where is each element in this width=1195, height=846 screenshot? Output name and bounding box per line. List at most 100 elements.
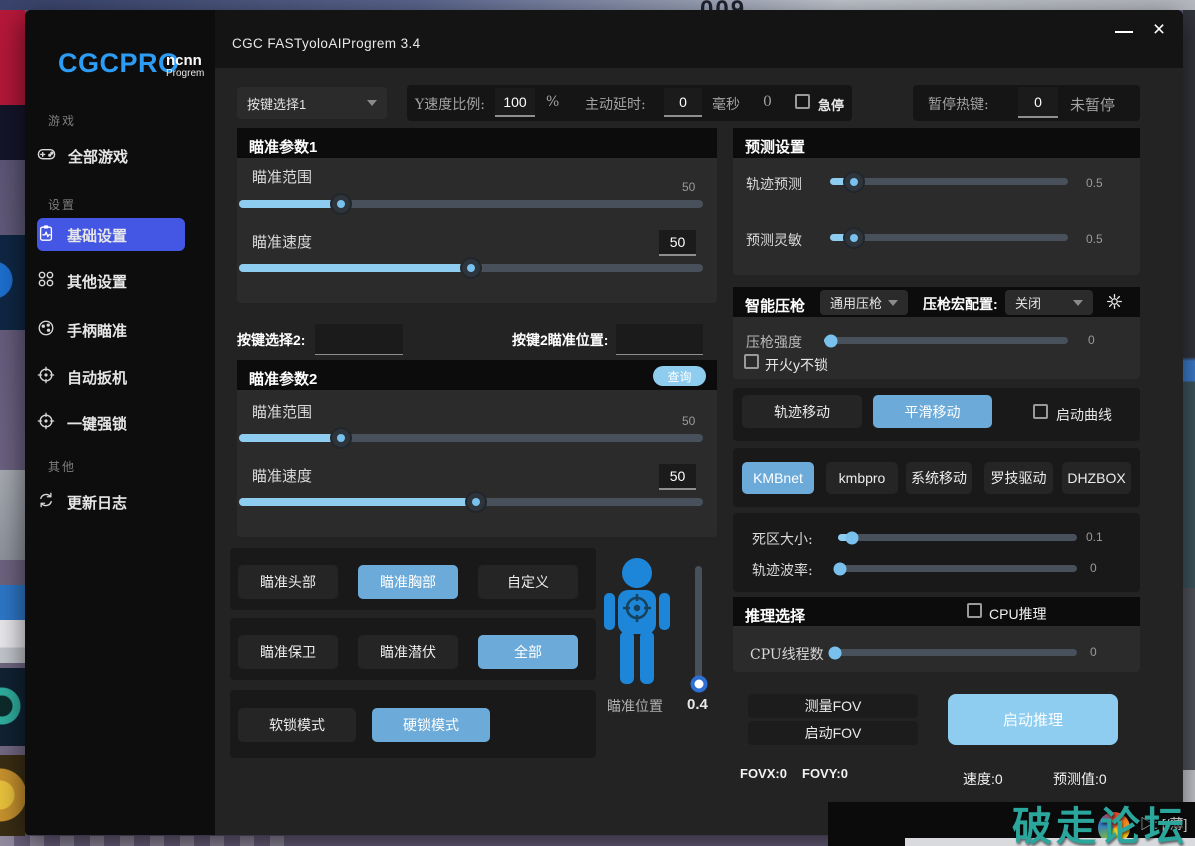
driver-kmbnet-button[interactable]: KMBnet	[742, 462, 814, 494]
start-fov-button[interactable]: 启动FOV	[748, 721, 918, 745]
person-figure[interactable]	[598, 556, 678, 696]
driver-dhzbox-button[interactable]: DHZBOX	[1062, 462, 1131, 494]
aim-range2-slider[interactable]	[239, 434, 703, 442]
sidebar-item-one-key-lock[interactable]: 一键强锁	[37, 408, 197, 438]
track-predict-slider[interactable]	[830, 178, 1068, 185]
driver-logitech-button[interactable]: 罗技驱动	[984, 462, 1053, 494]
chevron-down-icon	[888, 300, 898, 306]
measure-fov-button[interactable]: 测量FOV	[748, 694, 918, 718]
slider-fill	[239, 264, 471, 272]
slider-knob[interactable]	[828, 646, 841, 659]
recoil-strength-slider[interactable]	[824, 337, 1068, 344]
recoil-mode-dropdown[interactable]: 通用压枪	[820, 290, 908, 315]
minimize-button[interactable]	[1112, 22, 1138, 42]
gamepad-icon	[37, 144, 56, 168]
sidebar-item-other-settings[interactable]: 其他设置	[37, 266, 197, 296]
slider-knob[interactable]	[833, 562, 846, 575]
slider-knob[interactable]	[825, 334, 838, 347]
ms-extra-value: 0	[763, 94, 772, 110]
desktop-icon-fragment	[0, 470, 25, 560]
aim-custom-button[interactable]: 自定义	[478, 565, 578, 599]
aim-all-button[interactable]: 全部	[478, 635, 578, 669]
sidebar-item-label: 自动扳机	[67, 367, 127, 388]
slider-knob[interactable]	[845, 173, 863, 191]
predict-sens-slider[interactable]	[830, 234, 1068, 241]
vslider-knob[interactable]	[690, 676, 707, 693]
sidebar-item-auto-trigger[interactable]: 自动扳机	[37, 362, 197, 392]
gear-icon[interactable]	[1106, 293, 1123, 315]
slider-knob[interactable]	[846, 531, 859, 544]
key-select2-input[interactable]	[315, 324, 403, 355]
run-inference-button[interactable]: 启动推理	[948, 694, 1118, 745]
percent-label: %	[546, 94, 559, 110]
cpu-inference-label: CPU推理	[989, 604, 1047, 624]
y-speed-input[interactable]: 100	[495, 88, 535, 117]
aim-chest-button[interactable]: 瞄准胸部	[358, 565, 458, 599]
delay-input[interactable]: 0	[664, 88, 702, 117]
slider-knob[interactable]	[467, 493, 485, 511]
aim-position-value: 0.4	[687, 696, 708, 713]
fire-y-unlock-label: 开火y不锁	[765, 355, 828, 375]
query-button[interactable]: 查询	[653, 366, 706, 386]
track-predict-value: 0.5	[1086, 176, 1103, 190]
estop-label: 急停	[818, 95, 844, 114]
aim-position-vslider[interactable]	[695, 566, 702, 688]
driver-system-button[interactable]: 系统移动	[906, 462, 972, 494]
pause-hotkey-input[interactable]: 0	[1018, 87, 1058, 118]
slider-fill	[239, 200, 341, 208]
sidebar-item-changelog[interactable]: 更新日志	[37, 487, 197, 517]
smooth-move-button[interactable]: 平滑移动	[873, 395, 992, 428]
macro-config-value: 关闭	[1015, 293, 1041, 312]
aim-speed-slider[interactable]	[239, 264, 703, 272]
deadzone-label: 死区大小:	[752, 529, 813, 549]
wave-slider[interactable]	[835, 565, 1077, 572]
speed-status: 速度:0	[963, 769, 1003, 789]
hard-lock-button[interactable]: 硬锁模式	[372, 708, 490, 742]
fovy-status: FOVY:0	[802, 766, 848, 781]
key2-aim-pos-input[interactable]	[616, 324, 703, 355]
desktop-icon-fragment	[0, 585, 25, 663]
close-button[interactable]: ×	[1146, 17, 1172, 43]
aim-speed-input[interactable]: 50	[659, 230, 696, 256]
curve-label: 启动曲线	[1056, 405, 1112, 425]
aim-defender-button[interactable]: 瞄准保卫	[238, 635, 338, 669]
controller-aim-icon	[37, 319, 55, 342]
aim-range-slider[interactable]	[239, 200, 703, 208]
aim-speed2-input[interactable]: 50	[659, 464, 696, 490]
aim-speed2-slider[interactable]	[239, 498, 703, 506]
curve-checkbox[interactable]	[1033, 404, 1048, 419]
sidebar-section-settings: 设置	[48, 196, 76, 213]
deadzone-slider[interactable]	[838, 534, 1077, 541]
key-select1-dropdown[interactable]: 按键选择1	[237, 87, 387, 119]
fire-y-unlock-checkbox[interactable]	[744, 354, 759, 369]
cpu-inference-checkbox[interactable]	[967, 603, 982, 618]
predict-sens-label: 预测灵敏	[746, 230, 802, 250]
track-predict-label: 轨迹预测	[746, 174, 802, 194]
deadzone-value: 0.1	[1086, 530, 1103, 544]
pause-status: 未暂停	[1070, 94, 1115, 115]
driver-kmbpro-button[interactable]: kmbpro	[826, 462, 898, 494]
slider-knob[interactable]	[332, 429, 350, 447]
cpu-threads-slider[interactable]	[830, 649, 1077, 656]
motion-group	[733, 513, 1140, 592]
slider-knob[interactable]	[845, 229, 863, 247]
sidebar-item-all-games[interactable]: 全部游戏	[37, 141, 197, 171]
recoil-strength-value: 0	[1088, 333, 1095, 347]
aim-attacker-button[interactable]: 瞄准潜伏	[358, 635, 458, 669]
aim-range-value: 50	[682, 180, 695, 194]
prediction-status: 预测值:0	[1053, 769, 1107, 789]
sidebar-item-gamepad-aim[interactable]: 手柄瞄准	[37, 315, 197, 345]
slider-knob[interactable]	[462, 259, 480, 277]
aim-head-button[interactable]: 瞄准头部	[238, 565, 338, 599]
sidebar-item-label: 其他设置	[67, 271, 127, 292]
macro-config-dropdown[interactable]: 关闭	[1005, 290, 1093, 315]
track-move-button[interactable]: 轨迹移动	[742, 395, 862, 428]
sidebar-item-basic-settings[interactable]: 基础设置	[37, 220, 197, 250]
recoil-title: 智能压枪	[745, 295, 805, 316]
chevron-down-icon	[1073, 300, 1083, 306]
slider-knob[interactable]	[332, 195, 350, 213]
soft-lock-button[interactable]: 软锁模式	[238, 708, 356, 742]
sidebar-section-other: 其他	[48, 458, 76, 475]
estop-checkbox[interactable]	[795, 94, 810, 109]
slider-fill	[239, 498, 476, 506]
